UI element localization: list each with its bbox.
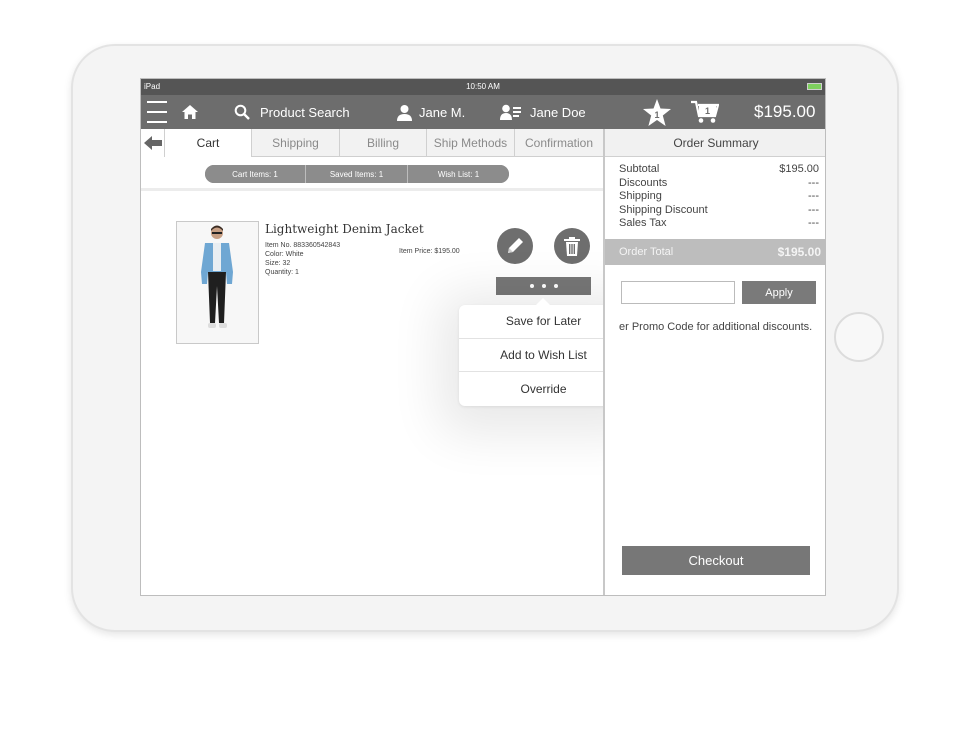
order-total-value: $195.00: [777, 245, 821, 259]
apply-button[interactable]: Apply: [742, 281, 816, 304]
top-toolbar: Product Search Jane M. Jane Doe 1 1 $195…: [141, 95, 825, 129]
home-icon[interactable]: [181, 95, 199, 129]
ipad-home-button: [834, 312, 884, 362]
user-label: Jane M.: [419, 104, 466, 120]
item-color: Color: White: [265, 251, 304, 258]
item-quantity: Quantity: 1: [265, 269, 299, 276]
tab-cart[interactable]: Cart: [165, 129, 252, 157]
cart-items-pill[interactable]: Cart Items: 1: [205, 165, 306, 183]
item-price: Item Price: $195.00: [399, 248, 460, 255]
user-menu[interactable]: Jane M.: [396, 95, 465, 129]
star-icon: 1: [643, 98, 671, 126]
summary-row: Discounts ---: [619, 176, 819, 189]
summary-row: Shipping Discount ---: [619, 203, 819, 216]
order-summary-title: Order Summary: [605, 129, 825, 157]
order-total-label: Order Total: [619, 246, 674, 258]
search-label: Product Search: [260, 104, 350, 120]
tab-billing[interactable]: Billing: [340, 129, 427, 157]
saved-items-pill[interactable]: Saved Items: 1: [306, 165, 408, 183]
promo-code-input[interactable]: [621, 281, 735, 304]
product-image: [176, 221, 259, 344]
tab-confirmation[interactable]: Confirmation: [515, 129, 603, 157]
summary-row: Sales Tax ---: [619, 217, 819, 229]
checkout-button[interactable]: Checkout: [622, 546, 810, 575]
item-meta: Item No. 883360542843 Color: White Size:…: [265, 241, 340, 277]
customer-label: Jane Doe: [530, 104, 586, 120]
menu-icon[interactable]: [147, 95, 167, 129]
cart-badge: 1: [705, 106, 710, 116]
delete-item-button[interactable]: [554, 228, 590, 264]
pencil-icon: [508, 238, 523, 253]
summary-rows: Subtotal $195.00 Discounts --- Shipping ---…: [619, 163, 819, 231]
battery-icon: [807, 83, 822, 90]
customer-list-icon: [500, 104, 521, 120]
cart-total: $195.00: [754, 102, 816, 121]
summary-row: Shipping ---: [619, 190, 819, 202]
item-size: Size: 32: [265, 260, 291, 267]
cart-subbar: Cart Items: 1 Saved Items: 1 Wish List: …: [141, 157, 603, 191]
status-bar: iPad 10:50 AM: [141, 79, 825, 95]
cart-segment-control: Cart Items: 1 Saved Items: 1 Wish List: …: [205, 165, 509, 183]
customer-selector[interactable]: Jane Doe: [500, 95, 586, 129]
wish-list-pill[interactable]: Wish List: 1: [408, 165, 509, 183]
more-dots-icon: [529, 284, 534, 288]
tab-ship-methods[interactable]: Ship Methods: [427, 129, 515, 157]
clock: 10:50 AM: [466, 82, 500, 91]
app-screen: iPad 10:50 AM Product Search Jane M. Jan…: [140, 78, 826, 596]
order-total-bar: Order Total $195.00: [605, 239, 825, 265]
item-number: Item No. 883360542843: [265, 242, 341, 249]
favorites-button[interactable]: 1: [643, 95, 671, 129]
user-icon: [397, 104, 412, 121]
cart-button[interactable]: 1: [691, 95, 719, 129]
back-arrow-icon: [143, 136, 162, 150]
order-summary-panel: Order Summary Subtotal $195.00 Discounts -…: [603, 129, 825, 595]
more-options-button[interactable]: [496, 277, 591, 295]
checkout-tabs: Cart Shipping Billing Ship Methods Confi…: [141, 129, 603, 157]
favorites-badge: 1: [654, 110, 659, 120]
cart-icon: 1: [691, 100, 719, 123]
product-search[interactable]: Product Search: [234, 95, 350, 129]
promo-hint: er Promo Code for additional discounts.: [619, 321, 813, 333]
stage: iPad 10:50 AM Product Search Jane M. Jan…: [0, 0, 960, 741]
search-icon: [234, 104, 250, 120]
edit-item-button[interactable]: [497, 228, 533, 264]
trash-icon: [564, 236, 580, 256]
tab-shipping[interactable]: Shipping: [252, 129, 340, 157]
back-button[interactable]: [141, 129, 165, 157]
summary-row: Subtotal $195.00: [619, 163, 819, 175]
item-title[interactable]: Lightweight Denim Jacket: [265, 222, 424, 236]
